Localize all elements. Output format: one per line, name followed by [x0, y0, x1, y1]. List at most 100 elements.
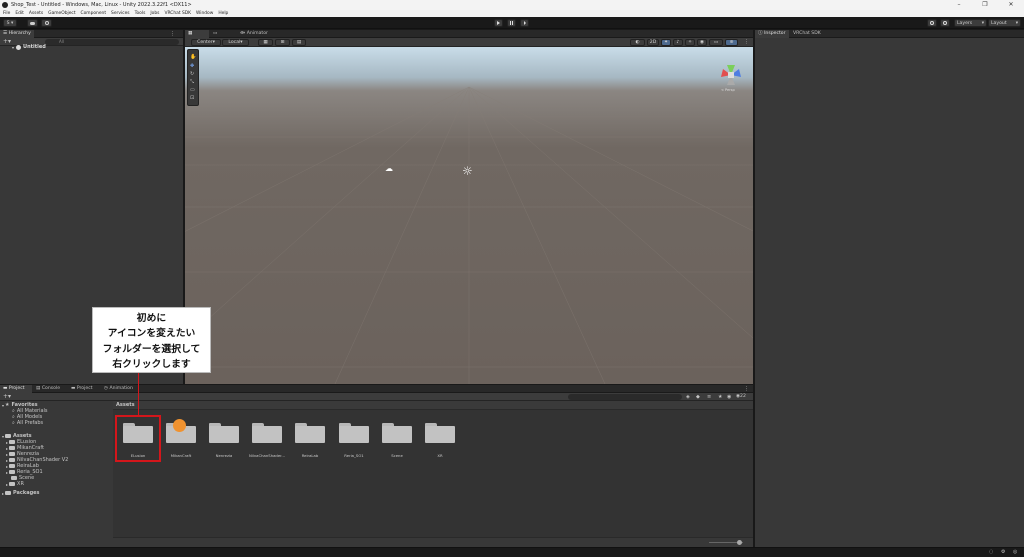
tab-animator[interactable]: ⟴ Animator — [237, 30, 271, 38]
effects-icon: ✧ — [688, 40, 692, 45]
slider-thumb[interactable] — [737, 540, 742, 545]
folder-label: NilvaChanShader... — [248, 453, 286, 458]
more-menu-icon[interactable]: ⋮ — [744, 38, 749, 47]
gizmos-button[interactable]: ⊕ — [725, 39, 738, 46]
draw-mode-button[interactable]: ◐ — [630, 39, 645, 46]
folder-scene[interactable] — [382, 421, 412, 443]
folder-xr[interactable] — [425, 421, 455, 443]
effects-toggle-button[interactable]: ✧ — [685, 39, 695, 46]
search-button[interactable] — [940, 19, 950, 27]
hand-tool-icon[interactable]: ✋ — [190, 54, 196, 60]
layout-dropdown[interactable]: Layout ▾ — [988, 19, 1021, 27]
snap-button[interactable]: ▦ — [258, 39, 273, 46]
menu-component[interactable]: Component — [81, 11, 107, 16]
play-button[interactable] — [494, 19, 503, 27]
hierarchy-search-input[interactable]: All — [45, 39, 179, 45]
tab-console[interactable]: ▤ Console — [33, 385, 65, 393]
menu-assets[interactable]: Assets — [29, 11, 43, 16]
folder-elusion[interactable] — [123, 421, 153, 443]
project-panel: ▬ Project ▤ Console ▬ Project ◷ Animatio… — [0, 385, 753, 547]
folder-nenrezia[interactable] — [209, 421, 239, 443]
scale-tool-icon[interactable]: ⤡ — [190, 79, 194, 85]
folder-icon — [9, 458, 16, 462]
chevron-right-icon: ▸ — [6, 463, 9, 469]
tree-folder-item[interactable]: ▸ XR — [6, 481, 24, 487]
favorite-item[interactable]: ⌕ All Prefabs — [12, 420, 43, 426]
space-dropdown[interactable]: Local ▾ — [222, 39, 249, 46]
rotate-tool-icon[interactable]: ↻ — [190, 71, 194, 77]
folder-icon — [9, 470, 16, 474]
pause-button[interactable] — [507, 19, 516, 27]
menu-bar: File Edit Assets GameObject Component Se… — [0, 9, 1024, 17]
2d-toggle-button[interactable]: 2D — [647, 39, 659, 46]
packages-item[interactable]: ▸ Packages — [2, 490, 40, 496]
folder-reiralab[interactable] — [295, 421, 325, 443]
tab-animation[interactable]: ◷ Animation — [101, 385, 137, 393]
folder-mikancraft[interactable] — [166, 419, 196, 443]
project-search-input[interactable] — [568, 394, 682, 400]
chevron-right-icon: ▸ — [6, 481, 9, 487]
folder-nilvachanshader[interactable] — [252, 421, 282, 443]
favorite-icon[interactable]: ★ — [718, 393, 722, 401]
menu-edit[interactable]: Edit — [15, 11, 24, 16]
window-controls: – ❐ ✕ — [946, 0, 1024, 9]
menu-file[interactable]: File — [3, 11, 10, 16]
notification-icon[interactable]: ◎ — [1013, 549, 1017, 555]
tab-project[interactable]: ▬ Project — [0, 385, 32, 393]
menu-services[interactable]: Services — [111, 11, 130, 16]
projection-label[interactable]: < Persp — [721, 88, 735, 92]
menu-gameobject[interactable]: GameObject — [48, 11, 75, 16]
animator-tab-label: Animator — [246, 31, 268, 36]
progress-icon[interactable]: ◌ — [989, 549, 993, 555]
step-button[interactable] — [520, 19, 529, 27]
hidden-toggle-button[interactable]: ◉ — [697, 39, 707, 46]
move-tool-icon[interactable]: ✥ — [190, 63, 194, 69]
audio-toggle-button[interactable]: ♪ — [673, 39, 683, 46]
transform-tool-icon[interactable]: ⊡ — [190, 95, 194, 101]
tab-inspector[interactable]: ⓘ Inspector — [755, 30, 789, 38]
create-button[interactable]: +▾ — [3, 393, 11, 401]
scene-root-item[interactable]: ▾ Untitled — [12, 44, 46, 50]
increment-snap-button[interactable]: ▤ — [292, 39, 306, 46]
cloud-gizmo-icon[interactable]: ☁ — [385, 164, 393, 173]
maximize-button[interactable]: ❐ — [972, 0, 998, 9]
menu-window[interactable]: Window — [196, 11, 213, 16]
minimize-button[interactable]: – — [946, 0, 972, 9]
lighting-toggle-button[interactable]: ✦ — [661, 39, 671, 46]
unity-scene-icon — [16, 44, 22, 50]
more-menu-icon[interactable]: ⋮ — [170, 30, 175, 38]
camera-button[interactable]: ▭ — [709, 39, 723, 46]
folder-reria-so1[interactable] — [339, 421, 369, 443]
rect-tool-icon[interactable]: ▭ — [190, 87, 195, 93]
debug-icon[interactable]: ⚙ — [1001, 549, 1005, 555]
pivot-dropdown[interactable]: Center ▾ — [191, 39, 221, 46]
cloud-button[interactable] — [27, 19, 38, 27]
sun-gizmo-icon[interactable]: ☼ — [462, 164, 473, 178]
callout-pointer-line — [138, 373, 139, 415]
breadcrumb-assets[interactable]: Assets — [116, 401, 135, 410]
menu-vrchat-sdk[interactable]: VRChat SDK — [164, 11, 191, 16]
lightbulb-icon: ✦ — [664, 40, 668, 45]
close-button[interactable]: ✕ — [998, 0, 1024, 9]
search-options-icon[interactable]: ≡ — [707, 393, 711, 401]
add-button[interactable]: +▾ — [3, 38, 11, 46]
layers-dropdown[interactable]: Layers ▾ — [954, 19, 987, 27]
scene-viewport[interactable]: ✋ ✥ ↻ ⤡ ▭ ⊡ < Persp ☁ ☼ — [185, 47, 753, 384]
grid-toggle-button[interactable]: ⊞ — [275, 39, 290, 46]
tab-vrchat-sdk[interactable]: VRChat SDK — [790, 30, 828, 38]
tab-scene[interactable]: ▦ Scene — [185, 30, 209, 44]
filter-label-icon[interactable]: ◆ — [696, 393, 700, 401]
tab-project-2[interactable]: ▬ Project — [68, 385, 98, 393]
tab-hierarchy[interactable]: ☰ Hierarchy — [0, 30, 34, 38]
menu-jobs[interactable]: Jobs — [150, 11, 159, 16]
history-button[interactable] — [927, 19, 937, 27]
filter-type-icon[interactable]: ◈ — [686, 393, 690, 401]
collab-button[interactable] — [41, 19, 52, 27]
menu-tools[interactable]: Tools — [135, 11, 146, 16]
menu-help[interactable]: Help — [218, 11, 228, 16]
account-button[interactable]: S ▾ — [3, 19, 17, 27]
more-menu-icon[interactable]: ⋮ — [744, 385, 749, 393]
visibility-icon[interactable]: ◉ — [727, 393, 731, 401]
orientation-gizmo-icon[interactable] — [715, 59, 747, 91]
tab-game[interactable]: ▭ Game — [210, 30, 235, 44]
